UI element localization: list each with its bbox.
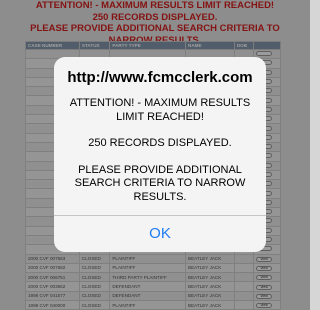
ok-button[interactable]: OK	[54, 216, 266, 252]
alert-message-line-3: PLEASE PROVIDE ADDITIONAL SEARCH CRITERI…	[74, 163, 246, 203]
alert-message-line-2: 250 RECORDS DISPLAYED.	[88, 137, 232, 149]
alert-title: http://www.fcmcclerk.com	[67, 69, 253, 86]
alert-message-line-1: ATTENTION! - MAXIMUM RESULTS LIMIT REACH…	[69, 97, 251, 123]
alert-message: ATTENTION! - MAXIMUM RESULTS LIMIT REACH…	[62, 97, 258, 217]
alert-dialog: http://www.fcmcclerk.com ATTENTION! - MA…	[54, 57, 266, 252]
